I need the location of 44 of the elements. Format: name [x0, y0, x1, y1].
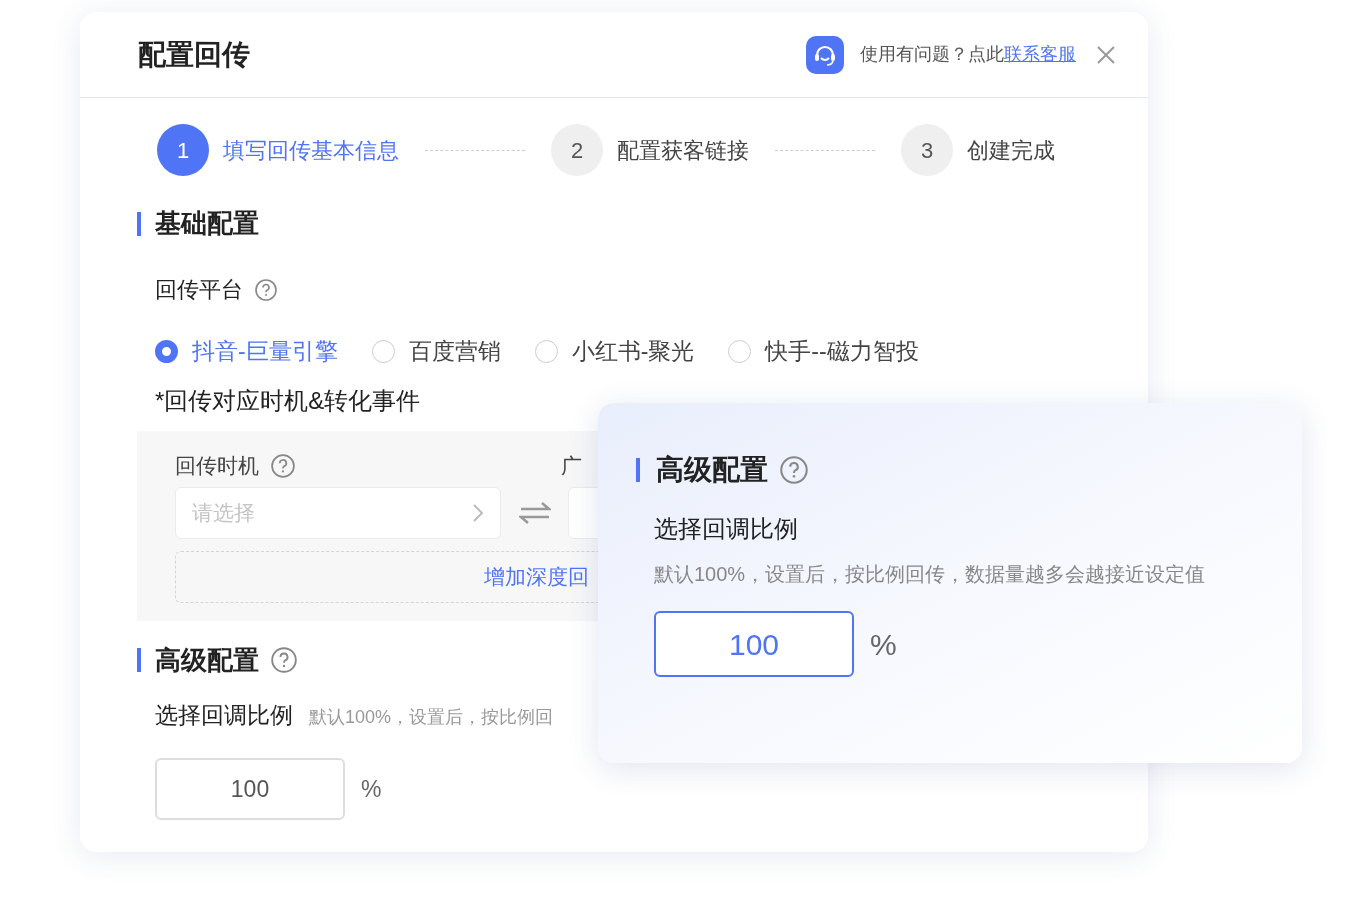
step[interactable]: 1 填写回传基本信息: [157, 124, 399, 176]
field-label: 选择回调比例: [654, 515, 798, 542]
step-label: 配置获客链接: [617, 136, 749, 165]
radio-label[interactable]: 百度营销: [408, 334, 501, 369]
help-text: 使用有问题？点此: [860, 43, 1004, 66]
step-number: 3: [901, 124, 953, 176]
help-icon[interactable]: [271, 453, 295, 478]
section-title: 基础配置: [155, 207, 259, 240]
field-label: 广: [561, 452, 582, 479]
step-label: 创建完成: [967, 136, 1055, 165]
close-icon[interactable]: [1096, 44, 1116, 65]
add-deep-event-button[interactable]: 增加深度回: [484, 560, 589, 593]
help-icon[interactable]: [780, 456, 808, 484]
hint-text: 默认100%，设置后，按比例回传，数据量越多会越接近设定值: [654, 563, 1206, 585]
contact-support-link[interactable]: 联系客服: [1004, 41, 1076, 68]
help-icon[interactable]: [271, 647, 297, 673]
radio-button[interactable]: [155, 339, 178, 363]
radio-label[interactable]: 抖音-巨量引擎: [192, 334, 338, 369]
chevron-right-icon: [472, 502, 484, 523]
ratio-input[interactable]: 100: [155, 758, 345, 820]
radio-button[interactable]: [534, 339, 558, 363]
section-title: 高级配置: [656, 453, 768, 487]
step-number: 1: [157, 124, 209, 176]
help-icon[interactable]: [255, 278, 277, 301]
radio-button[interactable]: [728, 339, 752, 363]
section-title: 高级配置: [155, 643, 259, 677]
field-label: 回传平台: [155, 276, 243, 304]
radio-button[interactable]: [371, 339, 395, 363]
unit-label: %: [361, 774, 382, 804]
dialog-title: 配置回传: [138, 37, 250, 72]
step[interactable]: 2 配置获客链接: [551, 124, 749, 176]
radio-label[interactable]: 小红书-聚光: [571, 334, 695, 369]
field-label: 回传时机: [175, 452, 259, 479]
field-label: *回传对应时机&转化事件: [155, 386, 421, 414]
unit-label: %: [870, 626, 897, 663]
ratio-input[interactable]: 100: [654, 611, 854, 677]
headset-icon: [806, 35, 844, 74]
step-number: 2: [551, 124, 603, 176]
swap-icon[interactable]: [519, 500, 551, 525]
field-label: 选择回调比例: [155, 700, 293, 730]
hint-text: 默认100%，设置后，按比例回: [309, 705, 554, 729]
radio-label[interactable]: 快手--磁力智投: [765, 334, 919, 369]
step-label: 填写回传基本信息: [223, 136, 399, 165]
step[interactable]: 3 创建完成: [901, 124, 1055, 176]
